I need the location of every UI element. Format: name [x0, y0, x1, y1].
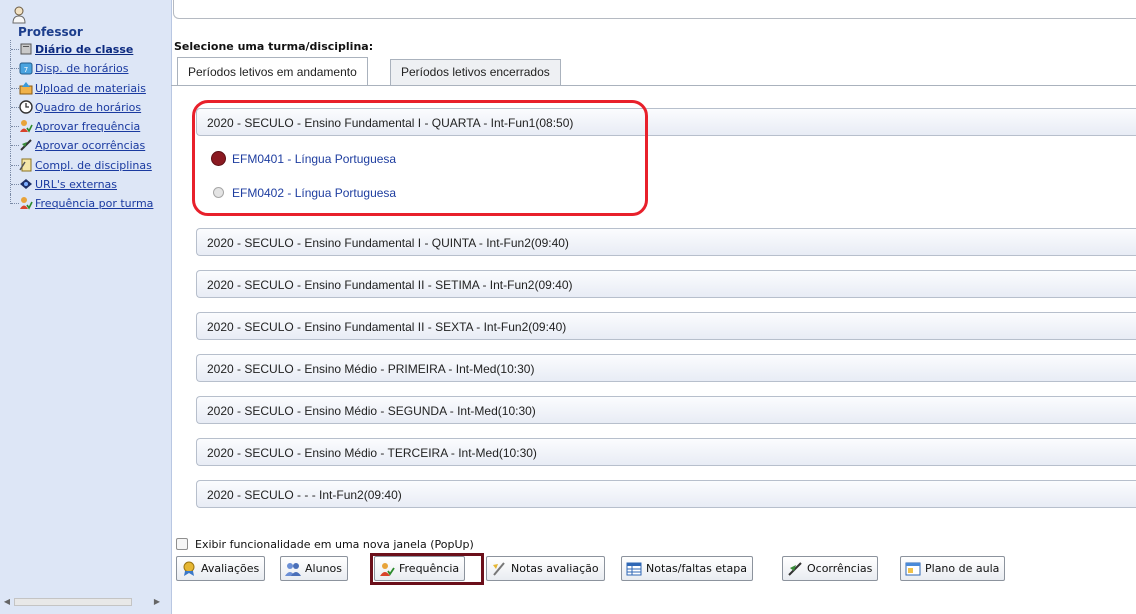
frequencia-highlight-annotation	[370, 553, 484, 585]
calendar-icon: 7	[19, 61, 33, 75]
tab-periodos-em-andamento[interactable]: Períodos letivos em andamento	[177, 57, 368, 86]
sidebar-item-label: Aprovar ocorrências	[35, 139, 146, 153]
tab-label: Períodos letivos em andamento	[188, 65, 357, 79]
svg-text:7: 7	[24, 66, 28, 74]
occurrence-icon	[19, 138, 33, 152]
tab-divider	[171, 85, 1136, 86]
sidebar-item-label: Disp. de horários	[35, 62, 129, 76]
scrollbar-thumb[interactable]	[14, 598, 132, 606]
professor-user-icon	[12, 6, 26, 27]
sidebar-item-label: URL's externas	[35, 178, 118, 192]
class-group-header[interactable]: 2020 - SECULO - Ensino Fundamental I - Q…	[196, 228, 1136, 256]
tab-label: Períodos letivos encerrados	[401, 65, 550, 79]
button-label: Avaliações	[201, 562, 260, 575]
class-group-title: 2020 - SECULO - Ensino Fundamental II - …	[207, 320, 567, 334]
sidebar-item-upload-de-materiais[interactable]: Upload de materiais	[10, 78, 172, 98]
class-group-header[interactable]: 2020 - SECULO - Ensino Fundamental II - …	[196, 270, 1136, 298]
sidebar-item-aprovar-frequencia[interactable]: Aprovar frequência	[10, 117, 172, 137]
sidebar-item-label: Diário de classe	[35, 43, 134, 56]
class-group-title: 2020 - SECULO - Ensino Fundamental II - …	[207, 278, 573, 292]
top-panel	[173, 0, 1136, 19]
button-label: Plano de aula	[925, 562, 1000, 575]
sidebar-item-label: Compl. de disciplinas	[35, 158, 152, 172]
students-icon	[285, 561, 301, 577]
upload-icon	[19, 81, 33, 95]
sidebar-header: Professor	[8, 6, 168, 39]
sidebar-item-frequencia-por-turma[interactable]: Frequência por turma	[10, 194, 172, 213]
tree-connector	[10, 155, 19, 176]
class-group-header[interactable]: 2020 - SECULO - Ensino Médio - PRIMEIRA …	[196, 354, 1136, 382]
class-group-title: 2020 - SECULO - Ensino Médio - TERCEIRA …	[207, 446, 537, 460]
sidebar-item-label: Upload de materiais	[35, 81, 146, 95]
select-class-label: Selecione uma turma/disciplina:	[174, 40, 374, 53]
evaluation-icon	[181, 561, 197, 577]
class-group-header[interactable]: 2020 - SECULO - Ensino Médio - TERCEIRA …	[196, 438, 1136, 466]
class-group-title: 2020 - SECULO - - - Int-Fun2(09:40)	[207, 488, 402, 502]
sidebar-item-label: Frequência por turma	[35, 197, 154, 211]
grades-icon	[491, 561, 507, 577]
sidebar-title: Professor	[18, 25, 83, 39]
book-icon	[19, 42, 33, 56]
highlight-annotation	[192, 100, 648, 216]
attendance-icon	[19, 119, 33, 133]
popup-checkbox[interactable]	[176, 538, 188, 550]
avaliacoes-button[interactable]: Avaliações	[176, 556, 266, 581]
tree-connector	[10, 117, 19, 137]
notas-avaliacao-button[interactable]: Notas avaliação	[486, 556, 605, 581]
tab-periodos-encerrados[interactable]: Períodos letivos encerrados	[390, 59, 561, 85]
sidebar-menu: Diário de classe 7 Disp. de horários Upl…	[10, 40, 172, 214]
lesson-plan-icon	[905, 561, 921, 577]
alunos-button[interactable]: Alunos	[280, 556, 348, 581]
occurrence-icon	[787, 561, 803, 577]
scroll-left-icon[interactable]: ◀	[2, 596, 12, 608]
sidebar-item-compl-de-disciplinas[interactable]: Compl. de disciplinas	[10, 155, 172, 176]
button-label: Alunos	[305, 562, 342, 575]
tree-connector	[10, 78, 19, 98]
class-group-header[interactable]: 2020 - SECULO - Ensino Fundamental II - …	[196, 312, 1136, 340]
table-icon	[626, 561, 642, 577]
sidebar-item-disp-de-horarios[interactable]: 7 Disp. de horários	[10, 59, 172, 79]
class-group-title: 2020 - SECULO - Ensino Médio - SEGUNDA -…	[207, 404, 536, 418]
class-group-header[interactable]: 2020 - SECULO - - - Int-Fun2(09:40)	[196, 480, 1136, 508]
sidebar-item-urls-externas[interactable]: URL's externas	[10, 175, 172, 195]
notas-faltas-etapa-button[interactable]: Notas/faltas etapa	[621, 556, 753, 581]
tree-connector	[10, 175, 19, 195]
clock-icon	[19, 100, 33, 114]
sidebar-item-label: Quadro de horários	[35, 100, 142, 114]
sidebar: Professor Diário de classe 7 Disp. de ho…	[0, 0, 172, 614]
class-group-title: 2020 - SECULO - Ensino Fundamental I - Q…	[207, 236, 569, 250]
tree-connector	[10, 136, 19, 156]
sidebar-item-aprovar-ocorrencias[interactable]: Aprovar ocorrências	[10, 136, 172, 156]
tree-connector	[10, 194, 19, 205]
attendance-icon	[19, 196, 33, 210]
scroll-right-icon[interactable]: ▶	[152, 596, 162, 608]
button-label: Notas/faltas etapa	[646, 562, 747, 575]
button-label: Notas avaliação	[511, 562, 599, 575]
tree-connector	[10, 40, 19, 60]
class-group-header[interactable]: 2020 - SECULO - Ensino Médio - SEGUNDA -…	[196, 396, 1136, 424]
button-label: Ocorrências	[807, 562, 873, 575]
globe-icon	[19, 177, 33, 191]
class-group-title: 2020 - SECULO - Ensino Médio - PRIMEIRA …	[207, 362, 535, 376]
sidebar-item-quadro-de-horarios[interactable]: Quadro de horários	[10, 97, 172, 118]
sidebar-item-diario-de-classe[interactable]: Diário de classe	[10, 40, 172, 60]
sidebar-item-label: Aprovar frequência	[35, 120, 141, 134]
tree-connector	[10, 59, 19, 79]
tree-connector	[10, 97, 19, 118]
complement-icon	[19, 158, 33, 172]
popup-checkbox-label: Exibir funcionalidade em uma nova janela…	[195, 538, 474, 551]
plano-de-aula-button[interactable]: Plano de aula	[900, 556, 1006, 581]
sidebar-horizontal-scrollbar[interactable]: ◀ ▶	[2, 596, 168, 608]
ocorrencias-button[interactable]: Ocorrências	[782, 556, 879, 581]
